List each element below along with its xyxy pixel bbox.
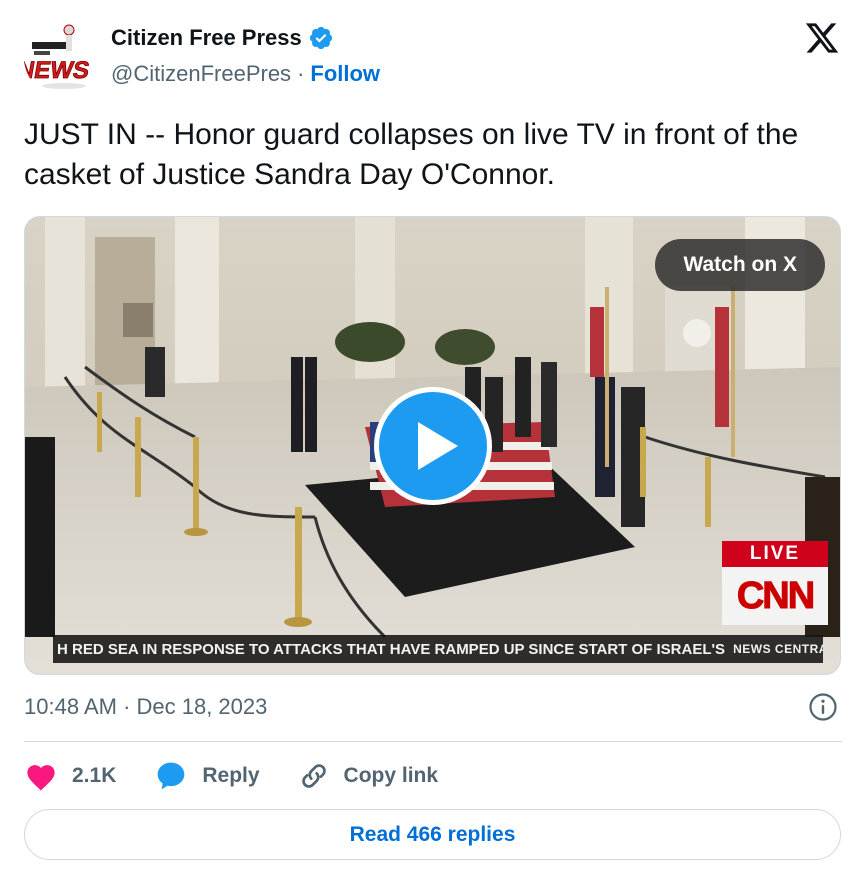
read-replies-button[interactable]: Read 466 replies	[24, 809, 841, 860]
play-icon	[418, 422, 458, 470]
copy-link-button[interactable]: Copy link	[298, 760, 439, 792]
live-badge: LIVE	[722, 541, 828, 567]
info-icon[interactable]	[808, 692, 838, 722]
reply-bubble-icon	[158, 762, 185, 790]
display-name[interactable]: Citizen Free Press	[111, 25, 302, 51]
handle-row: @CitizenFreePres · Follow	[111, 61, 380, 87]
news-ticker: H RED SEA IN RESPONSE TO ATTACKS THAT HA…	[53, 635, 823, 663]
play-button[interactable]	[374, 387, 492, 505]
timestamp[interactable]: 10:48 AM · Dec 18, 2023	[24, 694, 267, 720]
avatar-logo-icon: NEWS	[24, 20, 100, 96]
network-logo: CNN	[722, 567, 828, 625]
reply-button[interactable]: Reply	[154, 760, 260, 792]
ticker-brand: NEWS CENTRAL	[733, 642, 823, 656]
handle[interactable]: @CitizenFreePres	[111, 61, 291, 87]
link-icon	[301, 764, 326, 788]
watch-on-x-button[interactable]: Watch on X	[655, 239, 825, 291]
avatar-news-text: NEWS	[24, 57, 91, 84]
timestamp-row: 10:48 AM · Dec 18, 2023	[24, 692, 842, 722]
heart-icon	[27, 765, 55, 791]
verified-badge-icon	[308, 25, 334, 51]
action-bar: 2.1K Reply Copy link	[24, 757, 476, 795]
ticker-text: H RED SEA IN RESPONSE TO ATTACKS THAT HA…	[57, 640, 726, 658]
tweet-header: NEWS Citizen Free Press @CitizenFreePres…	[24, 18, 842, 98]
like-button[interactable]: 2.1K	[24, 761, 116, 791]
x-logo-icon[interactable]	[804, 20, 840, 56]
video-player[interactable]: Watch on X LIVE CNN H RED SEA IN RESPONS…	[24, 216, 841, 675]
follow-button[interactable]: Follow	[310, 61, 380, 87]
reply-label: Reply	[202, 764, 260, 787]
name-row: Citizen Free Press	[111, 25, 334, 51]
tweet-text: JUST IN -- Honor guard collapses on live…	[24, 118, 799, 191]
separator-dot: ·	[297, 61, 305, 86]
like-count: 2.1K	[72, 764, 117, 787]
copy-link-label: Copy link	[343, 764, 439, 787]
divider	[24, 741, 842, 742]
cnn-logo-text: CNN	[736, 574, 815, 617]
avatar[interactable]: NEWS	[24, 20, 100, 96]
